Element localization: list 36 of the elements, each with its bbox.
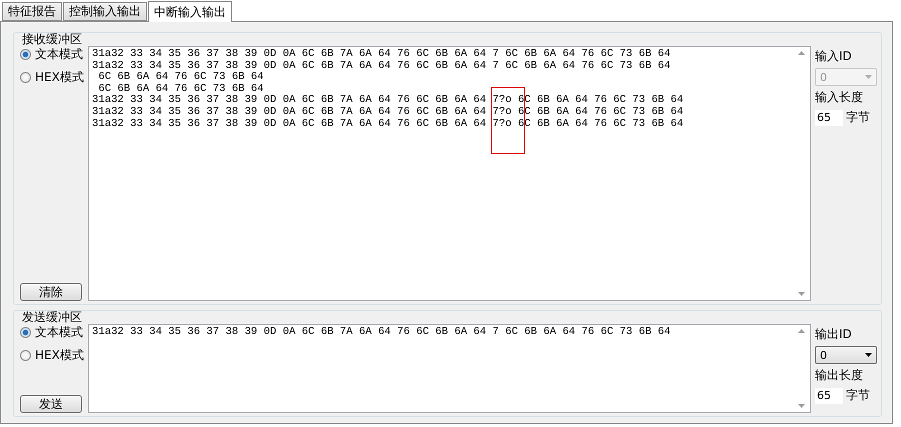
radio-button[interactable] xyxy=(20,49,31,60)
group-title: 发送缓冲区 xyxy=(21,310,83,324)
field-label: 输入长度 xyxy=(815,89,864,106)
scroll-down-icon[interactable] xyxy=(798,292,805,296)
radio-label[interactable]: 文本模式 xyxy=(35,324,83,341)
field-label: 输出长度 xyxy=(815,367,864,384)
text-line: 31a32 33 34 35 36 37 38 39 0D 0A 6C 6B 7A 6A 64 76 6C 6B 6A 64 7 6C 6B 6A 64 76 6C 73 6B 64 xyxy=(92,49,672,60)
tab[interactable]: 特征报告 xyxy=(2,2,62,21)
unit-label: 字节 xyxy=(846,387,870,404)
tab[interactable]: 中断输入输出 xyxy=(148,1,232,22)
radio-label[interactable]: HEX模式 xyxy=(35,69,84,86)
length-field[interactable]: 65 xyxy=(815,110,843,126)
text-line: 31a32 33 34 35 36 37 38 39 0D 0A 6C 6B 7A 6A 64 76 6C 6B 6A 64 7 6C 6B 6A 64 76 6C 73 6B 64 xyxy=(92,60,672,72)
text-area[interactable] xyxy=(88,46,811,301)
text-line: 6C 6B 6A 64 76 6C 73 6B 64 xyxy=(98,84,264,95)
radio-label[interactable]: 文本模式 xyxy=(35,46,83,63)
unit-label: 字节 xyxy=(846,109,870,126)
dropdown-caret-icon[interactable] xyxy=(865,353,872,357)
group-title: 接收缓冲区 xyxy=(21,32,83,46)
radio-button[interactable] xyxy=(20,350,31,361)
action-button[interactable]: 发送 xyxy=(20,395,82,413)
text-area[interactable]: 31a32 33 34 35 36 37 38 39 0D 0A 6C 6B 7A 6A 64 76 6C 6B 6A 64 7 6C 6B 6A 64 76 6C 73 6B 64 xyxy=(88,324,811,413)
id-dropdown[interactable]: 0 xyxy=(815,346,877,364)
tab[interactable]: 控制输入输出 xyxy=(63,2,147,21)
radio-button[interactable] xyxy=(20,72,31,83)
radio-label[interactable]: HEX模式 xyxy=(35,347,84,364)
radio-button[interactable] xyxy=(20,327,31,338)
text-line: 6C 6B 6A 64 76 6C 73 6B 64 xyxy=(97,72,265,84)
scroll-down-icon[interactable] xyxy=(798,404,805,408)
field-label: 输出ID xyxy=(815,326,853,343)
length-field[interactable]: 65 xyxy=(815,388,843,404)
text-line: 31a32 33 34 35 36 37 38 39 0D 0A 6C 6B 7A 6A 64 76 6C 6B 6A 64 7 6C 6B 6A 64 76 6C 73 6B 64 xyxy=(92,327,672,339)
scroll-up-icon[interactable] xyxy=(798,51,805,55)
field-label: 输入ID xyxy=(815,48,853,65)
scroll-up-icon[interactable] xyxy=(798,329,805,333)
action-button[interactable]: 清除 xyxy=(20,283,82,301)
